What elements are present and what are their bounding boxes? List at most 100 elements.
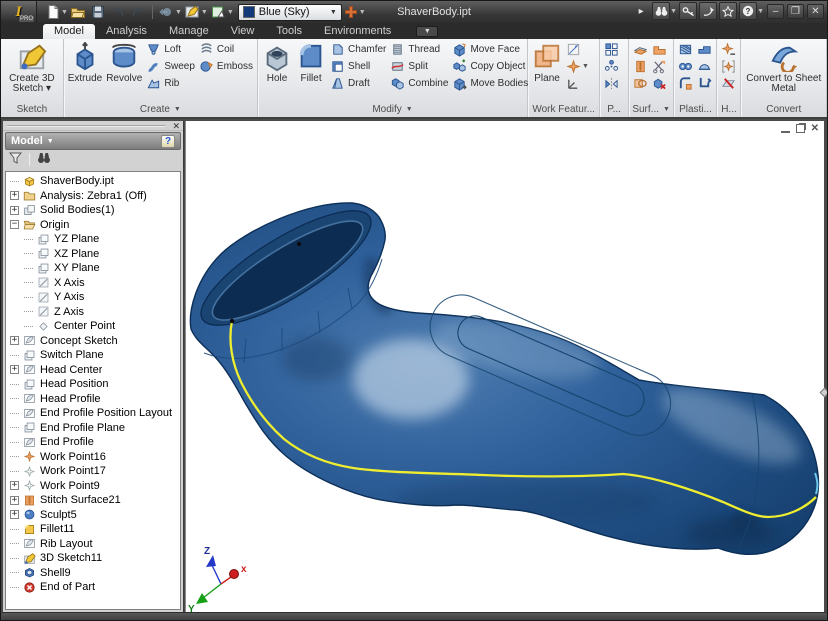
panel-menu-arrow-icon[interactable]: ▼: [174, 106, 181, 113]
point-minus-button[interactable]: [719, 41, 738, 58]
tree-item-shell9[interactable]: Shell9: [6, 566, 180, 581]
expand-plus-icon[interactable]: +: [10, 365, 19, 374]
lip-button[interactable]: [695, 58, 714, 75]
undo-button[interactable]: [109, 3, 128, 21]
extend-surf-button[interactable]: [650, 41, 669, 58]
tree-item-work-point16[interactable]: Work Point16: [6, 450, 180, 465]
tree-item-xy-plane[interactable]: XY Plane: [6, 261, 180, 276]
expand-plus-icon[interactable]: +: [10, 206, 19, 215]
fillet-button[interactable]: Fillet: [294, 41, 328, 85]
tree-item-3d-sketch11[interactable]: 3D Sketch11: [6, 551, 180, 566]
emboss-button[interactable]: Emboss: [197, 58, 255, 75]
grill-button[interactable]: [676, 41, 695, 58]
update-button[interactable]: [209, 3, 228, 21]
sketch-point[interactable]: [297, 242, 301, 246]
return-button[interactable]: [157, 3, 176, 21]
tab-analysis[interactable]: Analysis: [95, 24, 158, 39]
doc-restore-icon[interactable]: [796, 124, 805, 133]
browser-help-icon[interactable]: ?: [161, 135, 175, 148]
expand-plus-icon[interactable]: +: [10, 336, 19, 345]
plane-button[interactable]: Plane: [530, 41, 564, 85]
panel-label-modify[interactable]: Modify▼: [258, 102, 527, 117]
split-button[interactable]: Split: [388, 58, 450, 75]
tree-item-end-profile-plane[interactable]: End Profile Plane: [6, 421, 180, 436]
ribbon-minimize-button[interactable]: ▼: [416, 26, 438, 37]
panel-label-surf[interactable]: Surf...▼: [629, 102, 674, 117]
chevron-down-icon[interactable]: ▼: [227, 9, 234, 16]
copy-object-button[interactable]: Copy Object: [450, 58, 530, 75]
tree-item-head-position[interactable]: Head Position: [6, 377, 180, 392]
extrude-button[interactable]: Extrude: [66, 41, 104, 85]
tab-model[interactable]: Model: [43, 24, 95, 39]
coil-button[interactable]: Coil: [197, 41, 255, 58]
communication-center-button[interactable]: [699, 2, 717, 20]
tree-item-end-profile[interactable]: End Profile: [6, 435, 180, 450]
doc-close-icon[interactable]: ✕: [811, 124, 819, 133]
tree-item-switch-plane[interactable]: Switch Plane: [6, 348, 180, 363]
filter-funnel-icon[interactable]: [9, 151, 22, 169]
tree-item-x-axis[interactable]: X Axis: [6, 276, 180, 291]
tree-item-end-of-part[interactable]: End of Part: [6, 580, 180, 595]
draft-button[interactable]: Draft: [328, 75, 388, 92]
tree-item-head-profile[interactable]: Head Profile: [6, 392, 180, 407]
loft-button[interactable]: Loft: [144, 41, 197, 58]
thread-button[interactable]: Thread: [388, 41, 450, 58]
tree-item-work-point17[interactable]: Work Point17: [6, 464, 180, 479]
point-bracket-button[interactable]: [719, 58, 738, 75]
tree-item-z-axis[interactable]: Z Axis: [6, 305, 180, 320]
move-face-button[interactable]: Move Face: [450, 41, 530, 58]
chevron-down-icon[interactable]: ▼: [175, 9, 182, 16]
chevron-down-icon[interactable]: ▼: [61, 9, 68, 16]
plane-delete-button[interactable]: [719, 75, 738, 92]
tree-item-stitch-surface21[interactable]: +Stitch Surface21: [6, 493, 180, 508]
tab-view[interactable]: View: [220, 24, 266, 39]
close-button[interactable]: ✕: [807, 4, 824, 19]
work-axis-button[interactable]: [564, 41, 591, 58]
panel-menu-arrow-icon[interactable]: ▼: [663, 106, 670, 113]
save-button[interactable]: [89, 3, 108, 21]
sketch-button[interactable]: [183, 3, 202, 21]
tab-tools[interactable]: Tools: [265, 24, 313, 39]
convert-to-sheet-metal-button[interactable]: Convert to Sheet Metal: [743, 41, 824, 95]
chevron-down-icon[interactable]: ▼: [582, 63, 589, 70]
help-button[interactable]: ?: [739, 2, 757, 20]
trim-button[interactable]: [650, 58, 669, 75]
chevron-down-icon[interactable]: ▼: [201, 9, 208, 16]
ucs-button[interactable]: [564, 75, 591, 92]
patch-button[interactable]: [631, 75, 650, 92]
new-file-button[interactable]: [43, 3, 62, 21]
sketch-point[interactable]: [230, 319, 234, 323]
doc-minimize-icon[interactable]: [781, 124, 790, 133]
hole-button[interactable]: Hole: [260, 41, 294, 85]
chevron-down-icon[interactable]: ▼: [757, 8, 764, 15]
stitch-surf-button[interactable]: [631, 58, 650, 75]
expand-plus-icon[interactable]: +: [10, 481, 19, 490]
mirror-button[interactable]: [602, 75, 621, 92]
tree-item-head-center[interactable]: +Head Center: [6, 363, 180, 378]
tree-item-end-profile-position-layout[interactable]: End Profile Position Layout: [6, 406, 180, 421]
tree-item-y-axis[interactable]: Y Axis: [6, 290, 180, 305]
tree-item-analysis-zebra1-off-[interactable]: +Analysis: Zebra1 (Off): [6, 189, 180, 204]
shaver-body-model[interactable]: Z Y x: [186, 121, 828, 614]
browser-close-icon[interactable]: ✕: [172, 121, 180, 132]
tree-item-shaverbody-ipt[interactable]: ShaverBody.ipt: [6, 174, 180, 189]
expand-plus-icon[interactable]: +: [10, 496, 19, 505]
panel-label-create[interactable]: Create▼: [64, 102, 257, 117]
sweep-button[interactable]: Sweep: [144, 58, 197, 75]
move-bodies-button[interactable]: Move Bodies: [450, 75, 530, 92]
thicken-button[interactable]: [631, 41, 650, 58]
combine-button[interactable]: Combine: [388, 75, 450, 92]
tree-item-xz-plane[interactable]: XZ Plane: [6, 247, 180, 262]
tree-item-yz-plane[interactable]: YZ Plane: [6, 232, 180, 247]
create-3d-sketch-button[interactable]: Create 3D Sketch ▾: [3, 41, 61, 95]
tree-item-fillet11[interactable]: Fillet11: [6, 522, 180, 537]
chamfer-button[interactable]: Chamfer: [328, 41, 388, 58]
tree-item-sculpt5[interactable]: +Sculpt5: [6, 508, 180, 523]
tree-item-center-point[interactable]: Center Point: [6, 319, 180, 334]
browser-grip[interactable]: ✕: [3, 121, 183, 131]
tab-environments[interactable]: Environments: [313, 24, 402, 39]
tree-item-solid-bodies-1-[interactable]: +Solid Bodies(1): [6, 203, 180, 218]
tree-item-rib-layout[interactable]: Rib Layout: [6, 537, 180, 552]
minimize-button[interactable]: –: [767, 4, 784, 19]
tree-item-work-point9[interactable]: +Work Point9: [6, 479, 180, 494]
